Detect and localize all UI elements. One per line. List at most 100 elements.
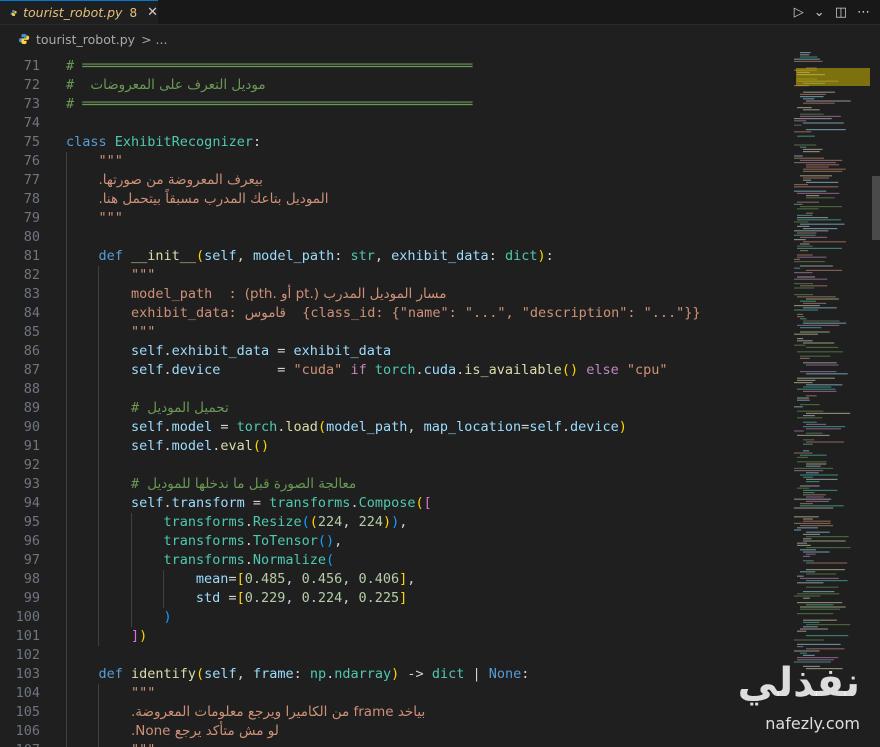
code-line[interactable]: 94 self.transform = transforms.Compose([ <box>0 494 790 513</box>
code-line[interactable]: 97 transforms.Normalize( <box>0 551 790 570</box>
minimap-line <box>794 278 828 280</box>
line-number: 105 <box>15 704 40 720</box>
minimap-line <box>803 654 815 656</box>
code-line[interactable]: 91 self.model.eval() <box>0 437 790 456</box>
code-token: model_path : <box>130 286 245 302</box>
code-token: تحميل الموديل <box>147 400 229 416</box>
minimap[interactable] <box>792 50 870 747</box>
minimap-line <box>797 296 836 298</box>
code-line[interactable]: 76 """ <box>0 152 790 171</box>
minimap-line <box>803 168 846 170</box>
run-menu-chevron-down-icon[interactable]: ⌄ <box>814 5 825 20</box>
code-line[interactable]: 82 """ <box>0 266 790 285</box>
indent-guide <box>66 228 67 247</box>
minimap-line <box>806 423 827 425</box>
minimap-line <box>797 208 819 210</box>
code-token: """ <box>98 210 123 226</box>
code-line[interactable]: 75 class ExhibitRecognizer: <box>0 133 790 152</box>
code-token: dict <box>431 666 465 682</box>
code-line[interactable]: 89 # تحميل الموديل <box>0 399 790 418</box>
minimap-line <box>797 582 824 584</box>
code-token: exhibit_data: <box>130 305 245 321</box>
code-token: model <box>171 419 213 435</box>
code-line[interactable]: 96 transforms.ToTensor(), <box>0 532 790 551</box>
code-line[interactable]: 86 self.exhibit_data = exhibit_data <box>0 342 790 361</box>
minimap-line <box>800 371 837 373</box>
minimap-line <box>803 109 820 111</box>
watermark-url: nafezly.com <box>765 714 860 733</box>
code-token: if <box>342 362 375 378</box>
code-line[interactable]: 90 self.model = torch.load(model_path, ma… <box>0 418 790 437</box>
code-line[interactable]: 71 # ════════════════════════════════════… <box>0 57 790 76</box>
vertical-scrollbar-thumb[interactable] <box>872 176 880 240</box>
minimap-line <box>797 338 804 340</box>
code-line[interactable]: 107 """ <box>0 741 790 747</box>
close-icon[interactable]: ✕ <box>147 5 158 20</box>
code-line[interactable]: 92 <box>0 456 790 475</box>
line-number: 81 <box>23 248 40 264</box>
code-line[interactable]: 81 def __init__(self, model_path: str, ex… <box>0 247 790 266</box>
code-line[interactable]: 93 # معالجة الصورة قبل ما ندخلها للموديل <box>0 475 790 494</box>
minimap-line <box>800 628 828 630</box>
indent-guide <box>66 285 67 304</box>
minimap-line <box>803 492 815 494</box>
minimap-line <box>806 573 837 575</box>
code-line[interactable]: 80 <box>0 228 790 247</box>
indent-guide <box>66 494 67 513</box>
code-token: 0.229 <box>244 590 286 606</box>
run-icon[interactable]: ▷ <box>794 5 804 20</box>
minimap-line <box>794 507 834 509</box>
minimap-line <box>797 410 824 412</box>
indent-guide <box>98 437 100 456</box>
code-line[interactable]: 101]) <box>0 627 790 646</box>
code-line[interactable]: 85 """ <box>0 323 790 342</box>
code-token: exhibit_data <box>391 248 489 264</box>
minimap-line <box>797 487 810 489</box>
code-line[interactable]: 95 transforms.Resize((224, 224)), <box>0 513 790 532</box>
code-line[interactable]: 87 self.device = "cuda" if torch.cuda.is_… <box>0 361 790 380</box>
minimap-line <box>797 351 843 353</box>
indent-guide <box>98 285 100 304</box>
code-line[interactable]: 88 <box>0 380 790 399</box>
minimap-line <box>800 93 826 95</box>
minimap-line <box>806 395 817 397</box>
code-text: class ExhibitRecognizer: <box>66 133 261 152</box>
minimap-line <box>803 551 830 553</box>
code-line[interactable]: 72 # موديل التعرف على المعروضات <box>0 76 790 95</box>
code-line[interactable]: 83 model_path : مسار الموديل المدرب (.pt … <box>0 285 790 304</box>
editor-tab-tourist-robot[interactable]: tourist_robot.py 8 ✕ <box>0 0 158 24</box>
code-line[interactable]: 78 الموديل بتاعك المدرب مسبقاً بيتحمل هنا… <box>0 190 790 209</box>
code-line[interactable]: 77 بيعرف المعروضة من صورتها. <box>0 171 790 190</box>
minimap-line <box>797 417 823 419</box>
minimap-line <box>803 626 818 628</box>
code-line[interactable]: 99 std =[0.229, 0.224, 0.225] <box>0 589 790 608</box>
code-line[interactable]: 73 # ════════════════════════════════════… <box>0 95 790 114</box>
breadcrumb-more[interactable]: > ... <box>141 32 167 47</box>
minimap-line <box>794 470 824 472</box>
code-editor[interactable]: 71 # ════════════════════════════════════… <box>0 50 790 747</box>
minimap-line <box>794 287 815 289</box>
code-line[interactable]: 98 mean=[0.485, 0.456, 0.406], <box>0 570 790 589</box>
minimap-line <box>797 340 813 342</box>
code-token: : <box>545 248 554 264</box>
minimap-line <box>797 276 815 278</box>
code-line[interactable]: 74 <box>0 114 790 133</box>
breadcrumb-file[interactable]: tourist_robot.py <box>36 32 135 47</box>
minimap-line <box>806 536 849 538</box>
minimap-line <box>800 454 827 456</box>
minimap-line <box>794 406 803 408</box>
code-line[interactable]: 84 exhibit_data: قاموس {class_id: {"name"… <box>0 304 790 323</box>
code-text: """ <box>131 266 155 285</box>
code-line[interactable]: 100) <box>0 608 790 627</box>
code-token: , <box>236 666 253 682</box>
code-token: 0.456 <box>301 571 343 587</box>
split-editor-icon[interactable]: ◫ <box>835 5 847 20</box>
code-token: Normalize <box>252 552 327 568</box>
code-text: بيعرف المعروضة من صورتها. <box>98 171 262 190</box>
code-line[interactable]: 79 """ <box>0 209 790 228</box>
more-actions-icon[interactable]: ⋯ <box>857 5 870 20</box>
indent-guide <box>66 456 67 475</box>
minimap-line <box>794 186 839 188</box>
code-token: identify <box>130 666 197 682</box>
minimap-line <box>803 621 820 623</box>
